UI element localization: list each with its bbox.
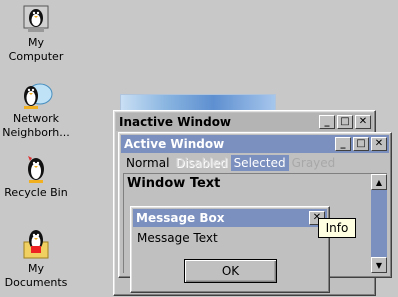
desktop-icon-label: My Documents [4, 262, 68, 289]
ok-button[interactable]: OK [184, 259, 277, 283]
computer-penguin-icon [23, 5, 49, 32]
menu-item-normal[interactable]: Normal [123, 155, 172, 171]
inactive-window-titlebar[interactable]: Inactive Window _ □ ✕ [116, 113, 373, 131]
vertical-scrollbar[interactable]: ▲ ▼ [371, 174, 387, 273]
maximize-button[interactable]: □ [353, 137, 369, 151]
desktop-icon-network[interactable]: Network Neighborh... [0, 80, 72, 140]
window-text: Window Text [127, 176, 221, 191]
message-text: Message Text [137, 231, 218, 245]
message-box-title: Message Box [136, 211, 225, 225]
network-penguin-icon [24, 83, 53, 109]
message-box[interactable]: Message Box ✕ Message Text OK [130, 206, 330, 293]
desktop-icon-label: Recycle Bin [4, 186, 68, 199]
message-box-titlebar[interactable]: Message Box ✕ [133, 209, 327, 227]
scroll-up-button[interactable]: ▲ [371, 174, 387, 190]
minimize-button[interactable]: _ [319, 115, 335, 129]
recycle-penguin-icon [28, 156, 44, 183]
desktop-icon-my-computer[interactable]: My Computer [0, 4, 72, 64]
desktop-icon-label: Network Neighborh... [2, 112, 70, 139]
info-tooltip: Info [318, 218, 356, 238]
menu-item-grayed: Grayed [291, 156, 336, 170]
menu-bar: Normal Disabled Selected Grayed [123, 155, 338, 171]
menu-item-disabled: Disabled [175, 156, 228, 170]
maximize-button[interactable]: □ [337, 115, 353, 129]
inactive-window-title: Inactive Window [119, 115, 232, 129]
minimize-button[interactable]: _ [335, 137, 351, 151]
documents-penguin-icon [23, 230, 49, 259]
active-window-titlebar[interactable]: Active Window _ □ ✕ [121, 135, 389, 153]
menu-item-selected[interactable]: Selected [230, 155, 289, 171]
desktop-icon-label: My Computer [8, 36, 64, 63]
desktop-icon-my-documents[interactable]: My Documents [0, 228, 72, 290]
scroll-down-button[interactable]: ▼ [371, 257, 387, 273]
active-window-title: Active Window [124, 137, 225, 151]
desktop-icon-recycle-bin[interactable]: Recycle Bin [0, 154, 72, 200]
close-button[interactable]: ✕ [371, 137, 387, 151]
close-button[interactable]: ✕ [355, 115, 371, 129]
